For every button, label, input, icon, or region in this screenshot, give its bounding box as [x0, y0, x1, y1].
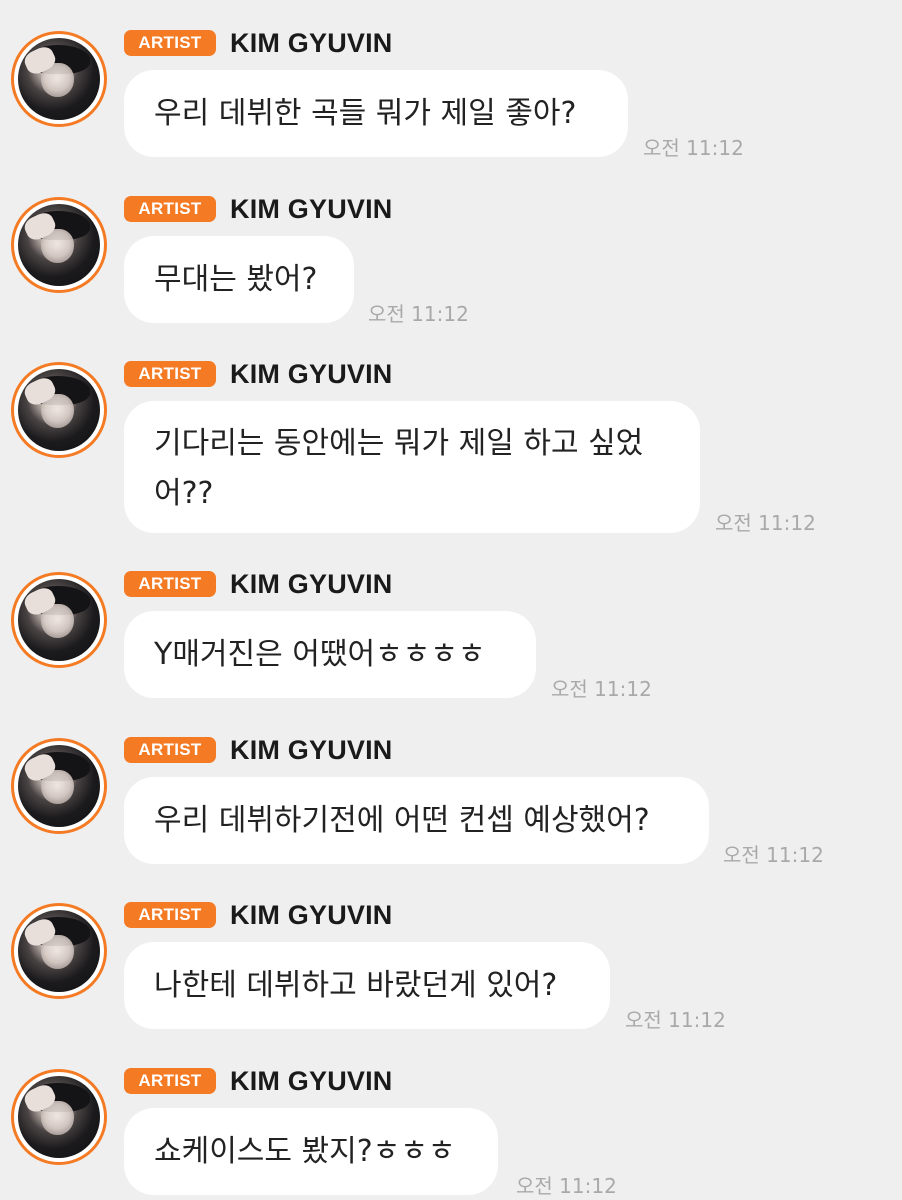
artist-badge: ARTIST: [124, 737, 216, 763]
message-timestamp: 오전 11:12: [715, 511, 816, 535]
message-bubble[interactable]: 우리 데뷔한 곡들 뭐가 제일 좋아?: [124, 70, 628, 157]
message-timestamp: 오전 11:12: [723, 843, 824, 867]
chat-message: ARTIST KIM GYUVIN 쇼케이스도 봤지?ㅎㅎㅎ 오전 11:12: [0, 1038, 902, 1198]
message-bubble[interactable]: 우리 데뷔하기전에 어떤 컨셉 예상했어?: [124, 777, 709, 864]
artist-badge: ARTIST: [124, 30, 216, 56]
artist-avatar[interactable]: [11, 738, 107, 834]
chat-message: ARTIST KIM GYUVIN 기다리는 동안에는 뭐가 제일 하고 싶었어…: [0, 331, 902, 541]
sender-name: KIM GYUVIN: [230, 194, 393, 224]
chat-message: ARTIST KIM GYUVIN Y매거진은 어땠어ㅎㅎㅎㅎ 오전 11:12: [0, 541, 902, 701]
message-bubble[interactable]: 쇼케이스도 봤지?ㅎㅎㅎ: [124, 1108, 498, 1195]
message-timestamp: 오전 11:12: [625, 1008, 726, 1032]
message-timestamp: 오전 11:12: [516, 1174, 617, 1198]
artist-badge: ARTIST: [124, 571, 216, 597]
artist-badge: ARTIST: [124, 361, 216, 387]
artist-avatar[interactable]: [11, 903, 107, 999]
avatar-photo: [18, 579, 100, 661]
artist-avatar[interactable]: [11, 31, 107, 127]
avatar-photo: [18, 369, 100, 451]
message-timestamp: 오전 11:12: [551, 677, 652, 701]
sender-name: KIM GYUVIN: [230, 1066, 393, 1096]
message-bubble[interactable]: 나한테 데뷔하고 바랐던게 있어?: [124, 942, 610, 1029]
artist-avatar[interactable]: [11, 572, 107, 668]
message-timestamp: 오전 11:12: [643, 136, 744, 160]
message-bubble[interactable]: 무대는 봤어?: [124, 236, 354, 323]
avatar-photo: [18, 910, 100, 992]
chat-message-list[interactable]: ARTIST KIM GYUVIN 우리 데뷔한 곡들 뭐가 제일 좋아? 오전…: [0, 0, 902, 1200]
chat-message: ARTIST KIM GYUVIN 우리 데뷔하기전에 어떤 컨셉 예상했어? …: [0, 707, 902, 867]
avatar-photo: [18, 1076, 100, 1158]
sender-name: KIM GYUVIN: [230, 569, 393, 599]
message-bubble[interactable]: Y매거진은 어땠어ㅎㅎㅎㅎ: [124, 611, 536, 698]
message-timestamp: 오전 11:12: [368, 302, 469, 326]
chat-message: ARTIST KIM GYUVIN 나한테 데뷔하고 바랐던게 있어? 오전 1…: [0, 872, 902, 1032]
artist-avatar[interactable]: [11, 1069, 107, 1165]
avatar-photo: [18, 38, 100, 120]
sender-name: KIM GYUVIN: [230, 900, 393, 930]
artist-badge: ARTIST: [124, 902, 216, 928]
message-bubble[interactable]: 기다리는 동안에는 뭐가 제일 하고 싶었어??: [124, 401, 700, 533]
artist-badge: ARTIST: [124, 1068, 216, 1094]
sender-name: KIM GYUVIN: [230, 359, 393, 389]
artist-badge: ARTIST: [124, 196, 216, 222]
avatar-photo: [18, 204, 100, 286]
sender-name: KIM GYUVIN: [230, 28, 393, 58]
chat-message: ARTIST KIM GYUVIN 우리 데뷔한 곡들 뭐가 제일 좋아? 오전…: [0, 0, 902, 160]
chat-message: ARTIST KIM GYUVIN 무대는 봤어? 오전 11:12: [0, 166, 902, 326]
sender-name: KIM GYUVIN: [230, 735, 393, 765]
artist-avatar[interactable]: [11, 197, 107, 293]
avatar-photo: [18, 745, 100, 827]
artist-avatar[interactable]: [11, 362, 107, 458]
